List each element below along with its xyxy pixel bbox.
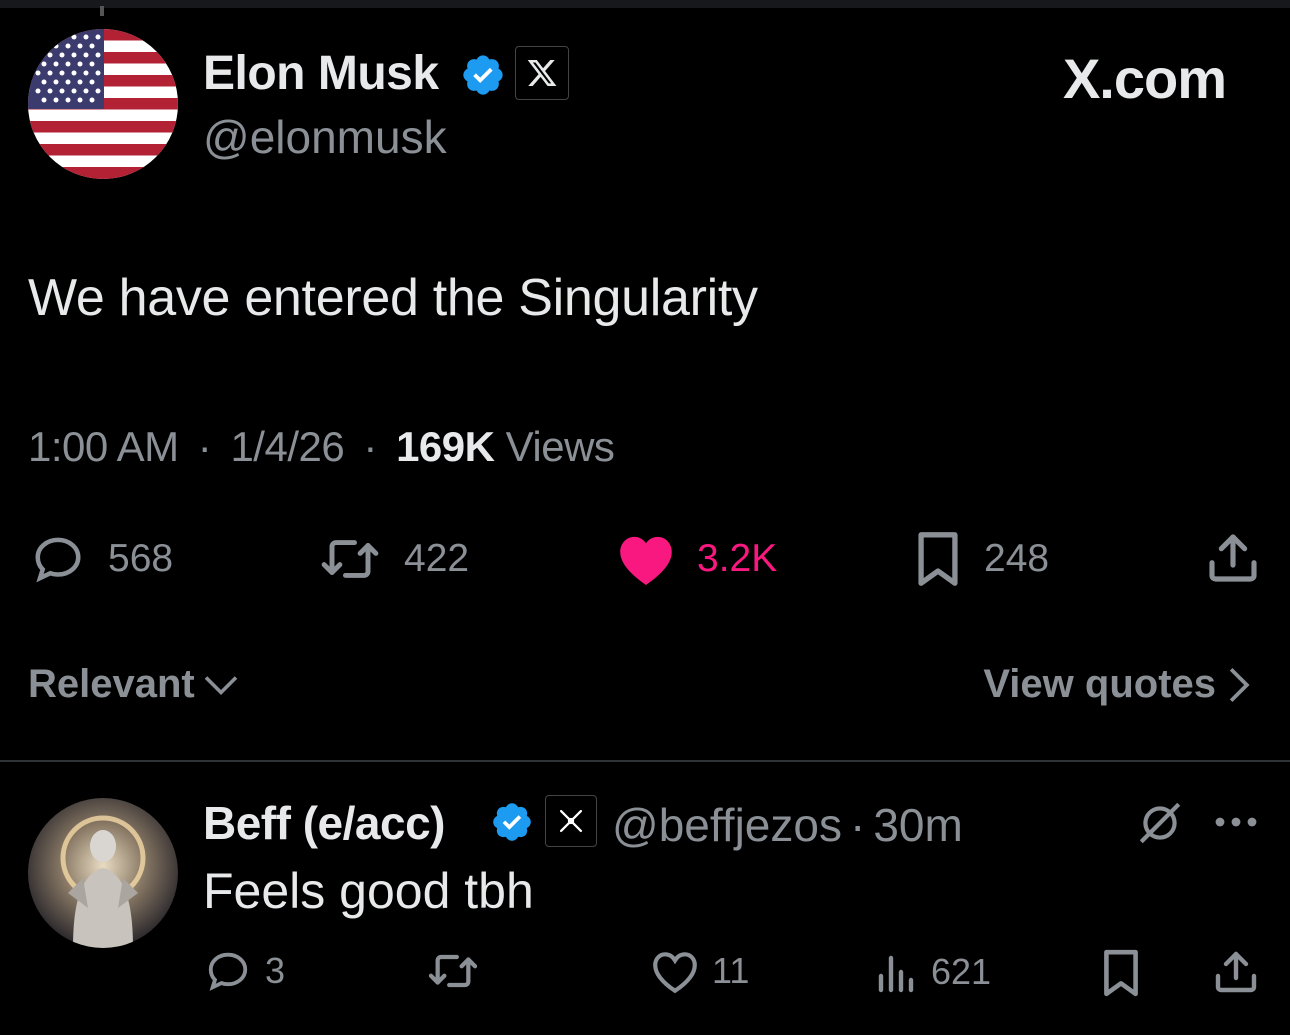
author-name[interactable]: Elon Musk	[203, 46, 439, 101]
affiliate-badge-icon	[545, 795, 597, 847]
like-count: 3.2K	[697, 537, 778, 580]
meta-separator: ·	[197, 423, 212, 470]
repost-icon	[321, 540, 379, 578]
reply-views-count: 621	[931, 951, 992, 992]
reply-author-name[interactable]: Beff (e/acc)	[203, 796, 445, 850]
reply-like-count: 11	[712, 950, 750, 991]
meta-separator: ·	[849, 799, 866, 851]
grok-icon[interactable]	[1135, 798, 1185, 848]
post-text: We have entered the Singularity	[28, 269, 758, 327]
reply-time[interactable]: 30m	[873, 799, 962, 851]
reply-icon	[35, 537, 81, 583]
reply-author-avatar[interactable]	[28, 798, 178, 948]
meta-separator: ·	[363, 423, 377, 470]
bookmark-icon[interactable]	[1100, 948, 1142, 998]
share-icon[interactable]	[1212, 948, 1260, 996]
replies-sort-dropdown[interactable]: Relevant	[28, 662, 239, 707]
reply-author-handle[interactable]: @beffjezos	[612, 799, 842, 851]
top-bar-handle	[100, 6, 104, 16]
post-time[interactable]: 1:00 AM	[28, 423, 179, 470]
author-handle[interactable]: @elonmusk	[203, 110, 447, 164]
reply-button[interactable]: 568	[28, 532, 173, 586]
chevron-right-icon	[1229, 667, 1250, 702]
bookmark-icon	[918, 532, 958, 586]
top-bar	[0, 0, 1290, 16]
sort-label: Relevant	[28, 662, 195, 706]
reply-views-button[interactable]: 621	[875, 948, 991, 996]
bookmark-button[interactable]: 248	[912, 530, 1049, 588]
heart-filled-icon	[620, 536, 672, 586]
reply-text: Feels good tbh	[203, 863, 534, 919]
post-date[interactable]: 1/4/26	[230, 423, 344, 470]
post-meta: 1:00 AM · 1/4/26 · 169K Views	[28, 423, 615, 471]
site-label: X.com	[1062, 47, 1227, 110]
view-quotes-label: View quotes	[983, 662, 1216, 706]
reply-count: 568	[108, 537, 174, 580]
affiliate-x-badge-icon	[515, 46, 569, 100]
like-button[interactable]: 3.2K	[615, 532, 777, 586]
reply-reply-button[interactable]: 3	[203, 948, 285, 994]
reply-like-button[interactable]: 11	[650, 948, 749, 994]
view-quotes-link[interactable]: View quotes	[983, 662, 1250, 707]
chevron-down-icon	[204, 675, 238, 695]
bookmark-count: 248	[984, 537, 1050, 580]
repost-icon	[428, 954, 478, 988]
reply-author-meta: @beffjezos · 30m	[612, 798, 963, 852]
verified-badge-icon	[463, 55, 503, 95]
reply-repost-button[interactable]	[424, 948, 494, 994]
share-icon[interactable]	[1205, 530, 1261, 586]
more-options-icon[interactable]	[1212, 810, 1260, 834]
reply-reply-count: 3	[265, 950, 286, 991]
reply-icon	[208, 952, 248, 991]
section-divider	[0, 760, 1290, 762]
verified-badge-icon	[493, 803, 531, 841]
views-count: 169K	[396, 423, 495, 470]
author-avatar[interactable]	[28, 29, 178, 179]
repost-button[interactable]: 422	[316, 532, 469, 586]
heart-icon	[653, 952, 697, 994]
views-label: Views	[505, 423, 615, 470]
repost-count: 422	[404, 537, 470, 580]
views-chart-icon	[878, 955, 914, 993]
